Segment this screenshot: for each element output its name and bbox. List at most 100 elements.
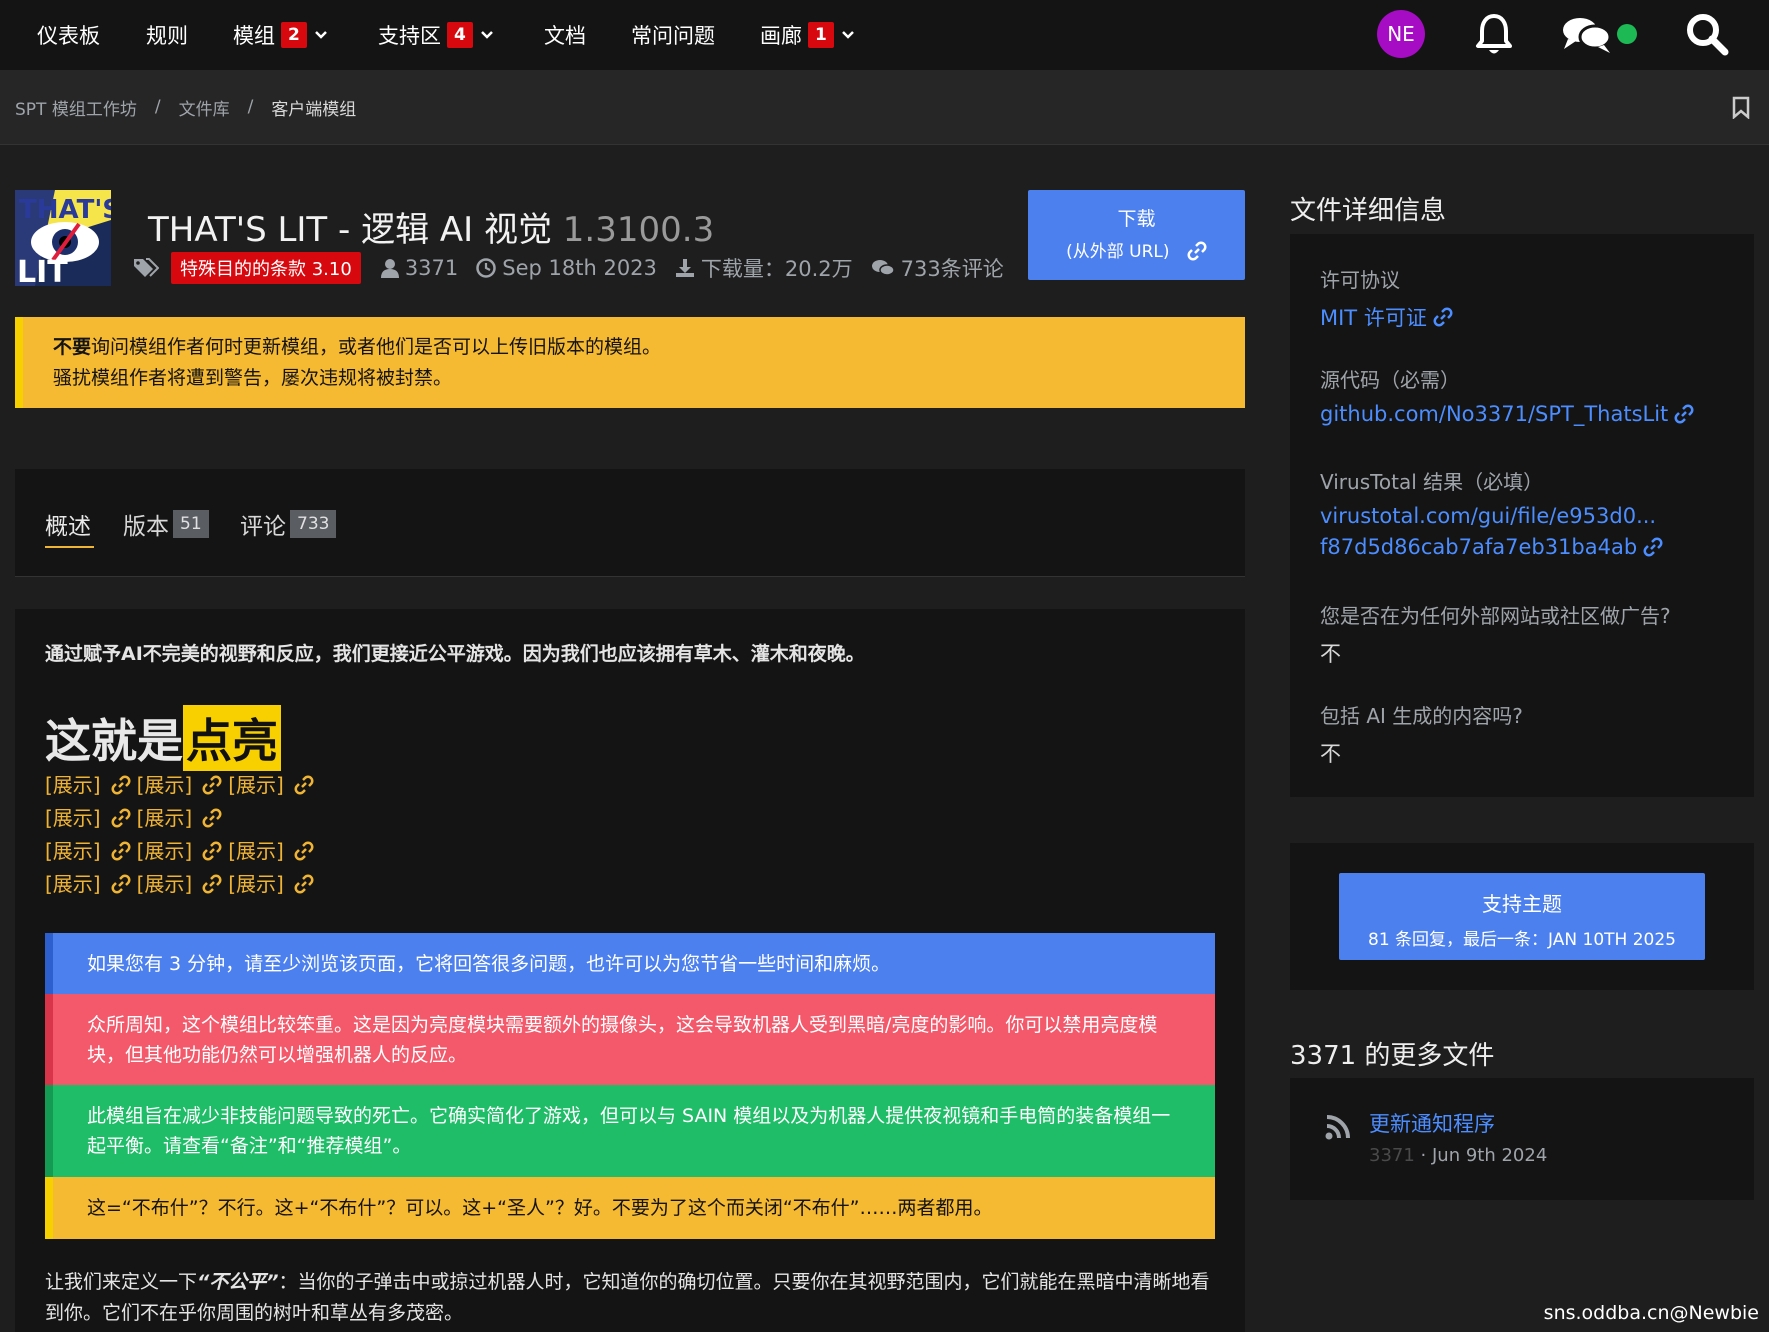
showcase-link[interactable]: [展示] (137, 773, 193, 797)
nav-label: 规则 (146, 24, 188, 48)
nav-label: 模组 (233, 24, 275, 48)
tab-versions[interactable]: 版本 51 (123, 507, 209, 541)
warning-bold: 不要 (53, 336, 92, 358)
link-icon (1187, 241, 1207, 261)
breadcrumb-item-workshop[interactable]: SPT 模组工作坊 (15, 95, 137, 120)
showcase-link[interactable]: [展示] (45, 839, 101, 863)
mod-author[interactable]: 3371 (380, 256, 459, 280)
callout-text: 如果您有 3 分钟，请至少浏览该页面，它将回答很多问题，也许可以为您节省一些时间… (87, 952, 891, 975)
mod-title: THAT'S LIT - 逻辑 AI 视觉 (148, 210, 552, 250)
showcase-link[interactable]: [展示] (228, 839, 284, 863)
showcase-row: [展示] [展示] (45, 802, 320, 835)
bookmark-icon[interactable] (1732, 96, 1750, 119)
more-file-author[interactable]: 3371 (1369, 1145, 1415, 1166)
showcase-link[interactable]: [展示] (228, 872, 284, 896)
nav-faq[interactable]: 常问问题 (631, 0, 715, 70)
license-label: 许可协议 (1320, 268, 1400, 292)
source-label: 源代码（必需） (1320, 368, 1460, 392)
warning-text: 询问模组作者何时更新模组，或者他们是否可以上传旧版本的模组。 (91, 336, 662, 358)
callout-text: 众所周知，这个模组比较笨重。这是因为亮度模块需要额外的摄像头，这会导致机器人受到… (87, 1013, 1158, 1066)
definition-term: “不公平” (197, 1271, 279, 1293)
showcase-link[interactable]: [展示] (137, 872, 193, 896)
callout-success: 此模组旨在减少非技能问题导致的死亡。它确实简化了游戏，但可以与 SAIN 模组以… (45, 1085, 1215, 1177)
watermark: sns.oddba.cn@Newbie (1543, 1302, 1759, 1324)
showcase-link[interactable]: [展示] (45, 872, 101, 896)
chevron-down-icon (841, 31, 854, 39)
tab-count: 733 (290, 510, 337, 538)
warning-line-2: 骚扰模组作者将遭到警告，屡次违规将被封禁。 (53, 367, 453, 389)
support-button-sub: 81 条回复，最后一条：JAN 10TH 2025 (1368, 930, 1676, 950)
nav-mods[interactable]: 模组 2 (233, 0, 327, 70)
nav-dashboard[interactable]: 仪表板 (37, 0, 100, 70)
breadcrumb-separator: / (247, 97, 254, 117)
tab-count: 51 (173, 510, 209, 538)
more-file-date: · Jun 9th 2024 (1414, 1145, 1548, 1166)
more-file-link[interactable]: 更新通知程序 (1369, 1108, 1495, 1138)
support-panel: 支持主题 81 条回复，最后一条：JAN 10TH 2025 (1290, 843, 1754, 990)
breadcrumb-item-client-mods[interactable]: 客户端模组 (271, 95, 356, 120)
user-avatar[interactable]: NE (1377, 10, 1425, 58)
nav-support[interactable]: 支持区 4 (378, 0, 493, 70)
tab-overview[interactable]: 概述 (45, 507, 91, 541)
showcase-row: [展示] [展示] [展示] (45, 868, 320, 901)
active-tab-indicator (45, 546, 94, 548)
svg-text:THAT'S: THAT'S (19, 195, 111, 225)
notification-badge: 4 (447, 22, 473, 48)
author-name: 3371 (404, 256, 459, 280)
mod-date: Sep 18th 2023 (476, 256, 657, 280)
showcase-link[interactable]: [展示] (137, 806, 193, 830)
showcase-link[interactable]: [展示] (45, 806, 101, 830)
page-title: THAT'S LIT - 逻辑 AI 视觉 1.3100.3 (148, 202, 714, 251)
rss-icon (1325, 1115, 1350, 1140)
breadcrumb-item-filebase[interactable]: 文件库 (179, 95, 230, 120)
nav-gallery[interactable]: 画廊 1 (760, 0, 854, 70)
download-icon (675, 259, 694, 277)
link-icon (202, 775, 222, 795)
callout-text: 此模组旨在减少非技能问题导致的死亡。它确实简化了游戏，但可以与 SAIN 模组以… (87, 1105, 1171, 1157)
overview-content: 通过赋予AI不完美的视野和反应，我们更接近公平游戏。因为我们也应该拥有草木、灌木… (15, 609, 1245, 1332)
virustotal-label: VirusTotal 结果（必填） (1320, 470, 1544, 494)
link-icon (111, 874, 131, 894)
mod-meta: 特殊目的的条款 3.10 3371 Sep 18th 2023 下载量：20.2… (133, 252, 1022, 284)
download-button[interactable]: 下载 (从外部 URL) (1028, 190, 1245, 280)
virustotal-link[interactable]: f87d5d86cab7afa7eb31ba4ab (1320, 535, 1663, 559)
top-navigation: 仪表板 规则 模组 2 支持区 4 文档 常问问题 画廊 1 NE (0, 0, 1769, 70)
showcase-link[interactable]: [展示] (45, 773, 101, 797)
license-link[interactable]: MIT 许可证 (1320, 302, 1453, 332)
heading-text: 这就是 (45, 714, 183, 768)
notification-badge: 2 (281, 22, 307, 48)
nav-label: 常问问题 (631, 24, 715, 48)
download-sub: (从外部 URL) (1028, 237, 1245, 262)
tab-label: 评论 (240, 514, 286, 540)
showcase-link[interactable]: [展示] (228, 773, 284, 797)
online-status-icon (1617, 24, 1637, 44)
chat-icon[interactable] (1562, 15, 1612, 55)
source-link[interactable]: github.com/No3371/SPT_ThatsLit (1320, 402, 1694, 426)
date-text: Sep 18th 2023 (502, 256, 657, 280)
nav-docs[interactable]: 文档 (544, 0, 586, 70)
mod-tag[interactable]: 特殊目的的条款 3.10 (171, 252, 361, 284)
svg-text:LIT: LIT (17, 255, 68, 286)
tab-comments[interactable]: 评论 733 (240, 507, 337, 541)
search-icon[interactable] (1685, 12, 1729, 56)
showcase-link[interactable]: [展示] (137, 839, 193, 863)
nav-label: 文档 (544, 24, 586, 48)
showcase-row: [展示] [展示] [展示] (45, 769, 320, 802)
content-tabs: 概述 版本 51 评论 733 (15, 469, 1245, 577)
definition-lead: 让我们来定义一下 (45, 1271, 198, 1293)
support-thread-button[interactable]: 支持主题 81 条回复，最后一条：JAN 10TH 2025 (1339, 873, 1705, 960)
chevron-down-icon (314, 31, 327, 39)
virustotal-link-line1[interactable]: virustotal.com/gui/file/e953d0... (1320, 504, 1656, 528)
ai-content-value: 不 (1320, 742, 1341, 766)
mod-logo: THAT'S LIT (15, 190, 111, 286)
ads-label: 您是否在为任何外部网站或社区做广告? (1320, 604, 1671, 628)
file-details-title: 文件详细信息 (1290, 196, 1447, 226)
bell-icon[interactable] (1474, 13, 1514, 57)
content-heading: 这就是 点亮 (45, 705, 281, 771)
link-icon (294, 775, 314, 795)
mod-downloads: 下载量：20.2万 (675, 253, 853, 283)
nav-label: 仪表板 (37, 24, 100, 48)
mod-comments[interactable]: 733条评论 (871, 253, 1004, 283)
license-value: MIT 许可证 (1320, 306, 1427, 330)
nav-rules[interactable]: 规则 (146, 0, 188, 70)
